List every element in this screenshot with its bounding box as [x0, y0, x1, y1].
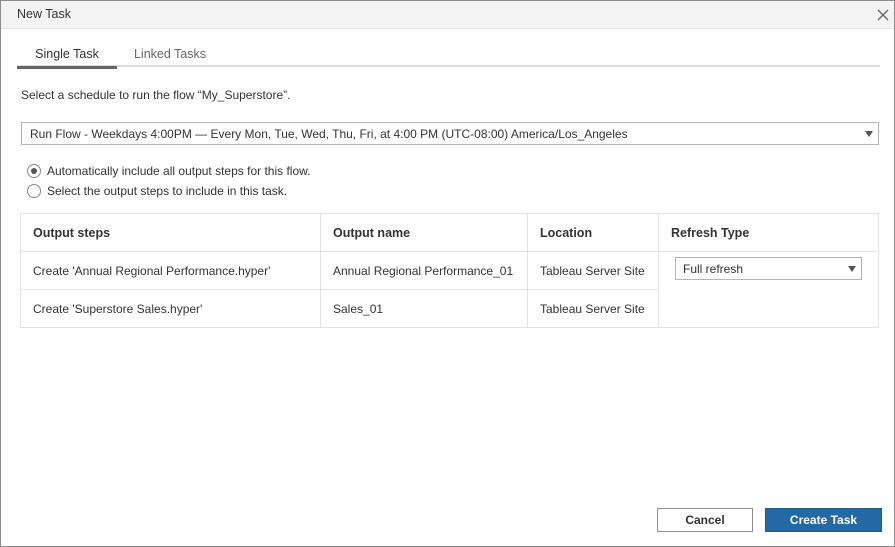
header-refresh-type: Refresh Type [671, 226, 750, 240]
column-divider [658, 214, 659, 327]
column-divider [320, 214, 321, 327]
table-cell-output-step: Create 'Annual Regional Performance.hype… [33, 264, 271, 278]
header-output-name: Output name [333, 226, 411, 240]
create-task-button[interactable]: Create Task [765, 508, 882, 532]
tab-linked-tasks[interactable]: Linked Tasks [127, 45, 213, 67]
active-tab-indicator [17, 66, 117, 69]
tab-single-task-label: Single Task [35, 47, 99, 61]
instructions-text: Select a schedule to run the flow “My_Su… [21, 88, 291, 102]
table-cell-location: Tableau Server Site [540, 264, 645, 278]
table-cell-location: Tableau Server Site [540, 302, 645, 316]
header-divider [21, 251, 878, 252]
radio-button-unchecked[interactable] [27, 184, 41, 198]
refresh-type-dropdown[interactable]: Full refresh [675, 257, 862, 280]
header-output-steps: Output steps [33, 226, 111, 240]
refresh-type-value: Full refresh [683, 262, 744, 276]
row-divider [21, 289, 658, 290]
radio-button-checked[interactable] [27, 164, 41, 178]
radio-select-outputs-label: Select the output steps to include in th… [47, 184, 288, 198]
new-task-dialog: New Task Single Task Linked Tasks Select… [0, 0, 895, 547]
title-bar: New Task [1, 1, 894, 29]
radio-include-all-label: Automatically include all output steps f… [47, 164, 311, 178]
table-cell-output-step: Create 'Superstore Sales.hyper' [33, 302, 203, 316]
table-cell-output-name: Annual Regional Performance_01 [333, 264, 514, 278]
task-tabs: Single Task Linked Tasks [17, 45, 880, 69]
header-location: Location [540, 226, 593, 240]
column-divider [527, 214, 528, 327]
table-cell-output-name: Sales_01 [333, 302, 384, 316]
tab-linked-tasks-label: Linked Tasks [133, 47, 207, 61]
close-icon[interactable] [874, 6, 892, 24]
chevron-down-icon [865, 131, 873, 137]
cancel-button[interactable]: Cancel [657, 508, 753, 532]
tab-single-task[interactable]: Single Task [17, 45, 117, 69]
dialog-title: New Task [17, 7, 71, 21]
schedule-dropdown[interactable]: Run Flow - Weekdays 4:00PM — Every Mon, … [21, 122, 879, 145]
schedule-selected-value: Run Flow - Weekdays 4:00PM — Every Mon, … [30, 127, 628, 141]
chevron-down-icon [848, 266, 856, 272]
